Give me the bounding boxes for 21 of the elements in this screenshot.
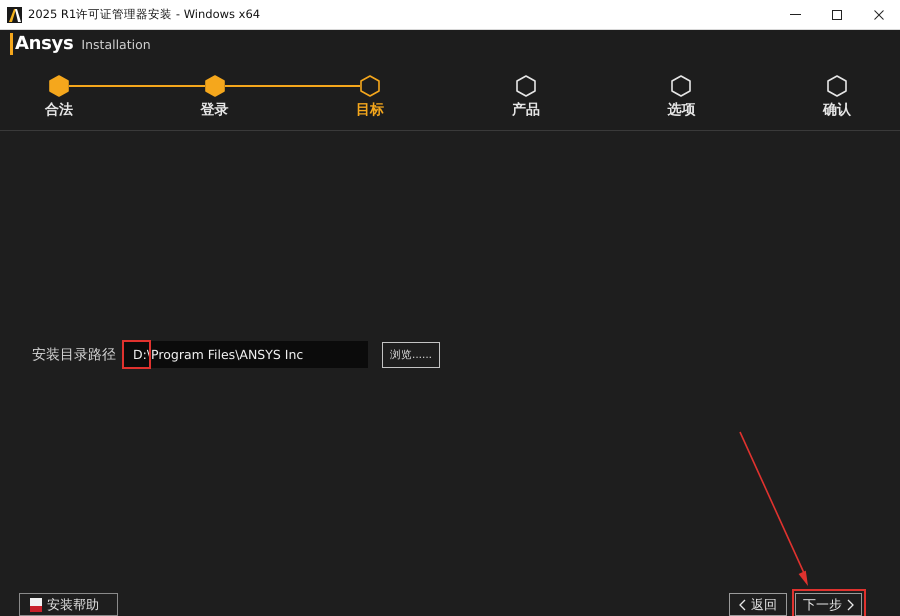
step-label: 产品 xyxy=(512,101,540,119)
browse-button[interactable]: 浏览...... xyxy=(382,342,440,368)
step-label: 确认 xyxy=(822,101,851,119)
back-button[interactable]: 返回 xyxy=(729,593,787,616)
minimize-icon xyxy=(790,14,800,15)
step-label: 选项 xyxy=(667,101,696,119)
chevron-right-icon xyxy=(847,598,854,610)
pdf-icon xyxy=(30,598,42,612)
window-title: 2025 R1许可证管理器安装 - Windows x64 xyxy=(28,7,260,22)
path-label: 安装目录路径 xyxy=(32,346,116,364)
close-icon xyxy=(874,10,884,20)
chevron-left-icon xyxy=(739,598,746,610)
step-label: 登录 xyxy=(200,101,229,119)
step-label: 目标 xyxy=(356,101,384,119)
step-label: 合法 xyxy=(45,101,73,119)
header-subtitle: Installation xyxy=(81,37,151,52)
app-icon xyxy=(7,6,22,22)
maximize-icon xyxy=(832,10,842,20)
ansys-logo: Ansys xyxy=(10,33,74,55)
help-button[interactable]: 安装帮助 xyxy=(19,593,118,616)
next-button[interactable]: 下一步 xyxy=(795,593,862,616)
